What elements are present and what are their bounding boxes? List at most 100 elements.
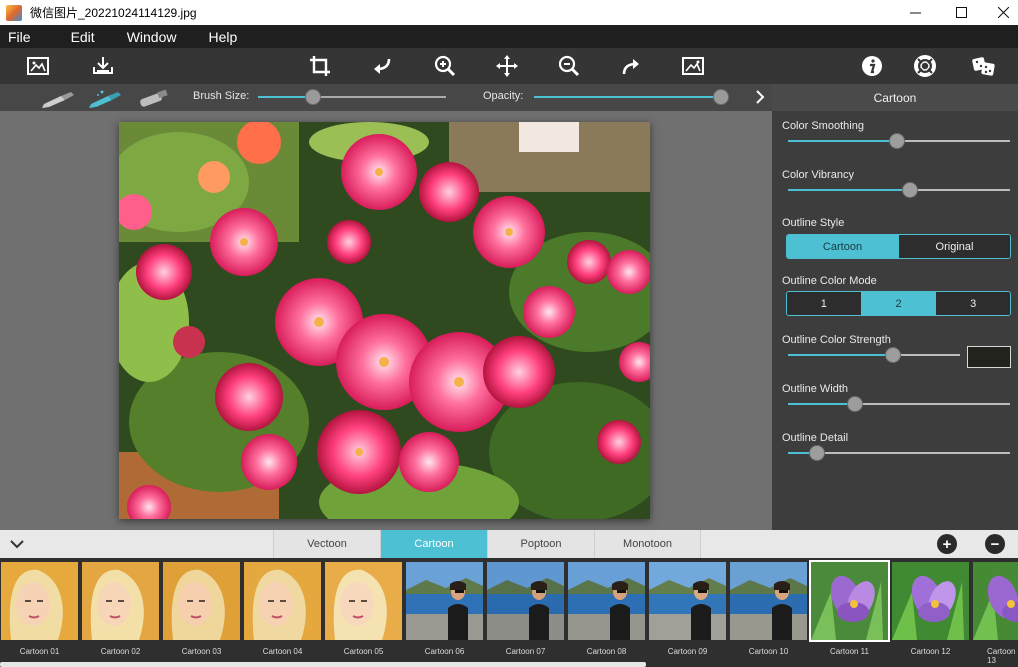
outline-detail-slider[interactable] — [809, 445, 825, 461]
panel-title: Cartoon — [772, 84, 1018, 111]
outline-width-slider[interactable] — [847, 396, 863, 412]
thumbnail-image — [973, 562, 1018, 640]
color-smoothing-fill — [788, 140, 897, 142]
outline-color-strength-slider[interactable] — [885, 347, 901, 363]
outline-color-mode-1[interactable]: 1 — [787, 292, 862, 315]
brush-add-icon[interactable] — [41, 87, 77, 109]
redo-button[interactable] — [617, 52, 645, 80]
outline-color-strength-fill — [788, 354, 893, 356]
outline-color-strength-label: Outline Color Strength — [782, 334, 891, 346]
brush-restore-icon[interactable] — [136, 87, 172, 109]
thumbnail[interactable] — [244, 562, 321, 640]
title-bar: 微信图片_20221024114129.jpg — [0, 0, 1018, 25]
thumbnail-label: Cartoon 07 — [505, 647, 546, 656]
thumbnail-label: Cartoon 12 — [910, 647, 951, 656]
thumbnail-image — [244, 562, 321, 640]
color-smoothing-label: Color Smoothing — [782, 120, 864, 132]
thumbnail-image — [649, 562, 726, 640]
outline-style-original[interactable]: Original — [899, 235, 1010, 258]
thumbnail-label: Cartoon 01 — [19, 647, 60, 656]
thumbnail[interactable] — [1, 562, 78, 640]
outline-detail-label: Outline Detail — [782, 432, 849, 444]
chevron-down-icon[interactable] — [8, 535, 26, 553]
thumbnail[interactable] — [568, 562, 645, 640]
outline-color-mode-2[interactable]: 2 — [861, 292, 937, 315]
thumbnail-selected[interactable] — [809, 560, 890, 642]
info-button[interactable] — [858, 52, 886, 80]
tab-vectoon[interactable]: Vectoon — [273, 530, 380, 558]
help-button[interactable] — [911, 52, 939, 80]
close-button[interactable] — [980, 0, 1018, 25]
thumbnail[interactable] — [487, 562, 564, 640]
thumbnail[interactable] — [649, 562, 726, 640]
thumbnail[interactable] — [730, 562, 807, 640]
zoom-out-button[interactable] — [555, 52, 583, 80]
outline-width-label: Outline Width — [782, 383, 849, 395]
outline-style-toggle: Cartoon Original — [786, 234, 1011, 259]
outline-color-swatch[interactable] — [967, 346, 1011, 368]
info-icon — [862, 56, 882, 76]
menu-bar: File Edit Window Help — [0, 25, 1018, 48]
thumbnail[interactable] — [973, 562, 1018, 640]
zoom-out-icon — [558, 55, 580, 77]
brush-size-slider[interactable] — [305, 89, 321, 105]
app-window: 微信图片_20221024114129.jpg File Edit Window… — [0, 0, 1018, 667]
menu-window[interactable]: Window — [119, 29, 185, 45]
help-icon — [914, 55, 936, 77]
thumbnail[interactable] — [82, 562, 159, 640]
settings-panel: Cartoon Color Smoothing Color Vibrancy O… — [772, 84, 1018, 530]
thumbnail-label: Cartoon 13 — [987, 647, 1016, 665]
random-button[interactable] — [970, 52, 998, 80]
menu-file[interactable]: File — [0, 29, 39, 45]
close-icon — [997, 7, 1009, 18]
thumbnail-image — [163, 562, 240, 640]
app-icon — [6, 4, 22, 21]
thumbnail-image — [892, 562, 969, 640]
thumbnail-label: Cartoon 02 — [100, 647, 141, 656]
outline-color-mode-toggle: 1 2 3 — [786, 291, 1011, 316]
thumbnails-scrollbar[interactable] — [0, 662, 646, 667]
tab-poptoon[interactable]: Poptoon — [487, 530, 594, 558]
thumbnail-label: Cartoon 03 — [181, 647, 222, 656]
thumbnail[interactable] — [163, 562, 240, 640]
remove-preset-button[interactable]: − — [985, 534, 1005, 554]
thumbnail-label: Cartoon 10 — [748, 647, 789, 656]
color-vibrancy-slider[interactable] — [902, 182, 918, 198]
add-preset-button[interactable]: + — [937, 534, 957, 554]
compare-button[interactable] — [679, 52, 707, 80]
maximize-button[interactable] — [938, 0, 984, 25]
opacity-slider[interactable] — [713, 89, 729, 105]
menu-edit[interactable]: Edit — [63, 29, 103, 45]
move-button[interactable] — [493, 52, 521, 80]
zoom-in-button[interactable] — [431, 52, 459, 80]
thumbnail-image — [1, 562, 78, 640]
color-smoothing-slider[interactable] — [889, 133, 905, 149]
outline-style-cartoon[interactable]: Cartoon — [787, 235, 899, 258]
canvas-area[interactable] — [0, 111, 772, 530]
save-button[interactable] — [89, 52, 117, 80]
thumbnail-label: Cartoon 11 — [830, 647, 869, 656]
crop-button[interactable] — [306, 52, 334, 80]
minimize-button[interactable] — [892, 0, 938, 25]
dice-icon — [972, 57, 995, 76]
preset-tabs-bar: Vectoon Cartoon Poptoon Monotoon + − — [0, 530, 1018, 558]
zoom-in-icon — [434, 55, 456, 77]
thumbnail-image — [82, 562, 159, 640]
undo-button[interactable] — [368, 52, 396, 80]
thumbnail[interactable] — [325, 562, 402, 640]
menu-help[interactable]: Help — [200, 29, 245, 45]
color-vibrancy-label: Color Vibrancy — [782, 169, 854, 181]
open-image-button[interactable] — [24, 52, 52, 80]
photo-canvas[interactable] — [119, 122, 650, 519]
save-icon — [93, 57, 113, 74]
thumbnail-image — [730, 562, 807, 640]
outline-color-mode-3[interactable]: 3 — [936, 292, 1010, 315]
brush-erase-icon[interactable] — [88, 87, 124, 109]
color-vibrancy-fill — [788, 189, 910, 191]
tab-cartoon[interactable]: Cartoon — [380, 530, 487, 558]
thumbnail[interactable] — [406, 562, 483, 640]
tab-monotoon[interactable]: Monotoon — [594, 530, 701, 558]
minimize-icon — [909, 12, 921, 14]
thumbnail[interactable] — [892, 562, 969, 640]
chevron-right-icon[interactable] — [752, 88, 768, 106]
